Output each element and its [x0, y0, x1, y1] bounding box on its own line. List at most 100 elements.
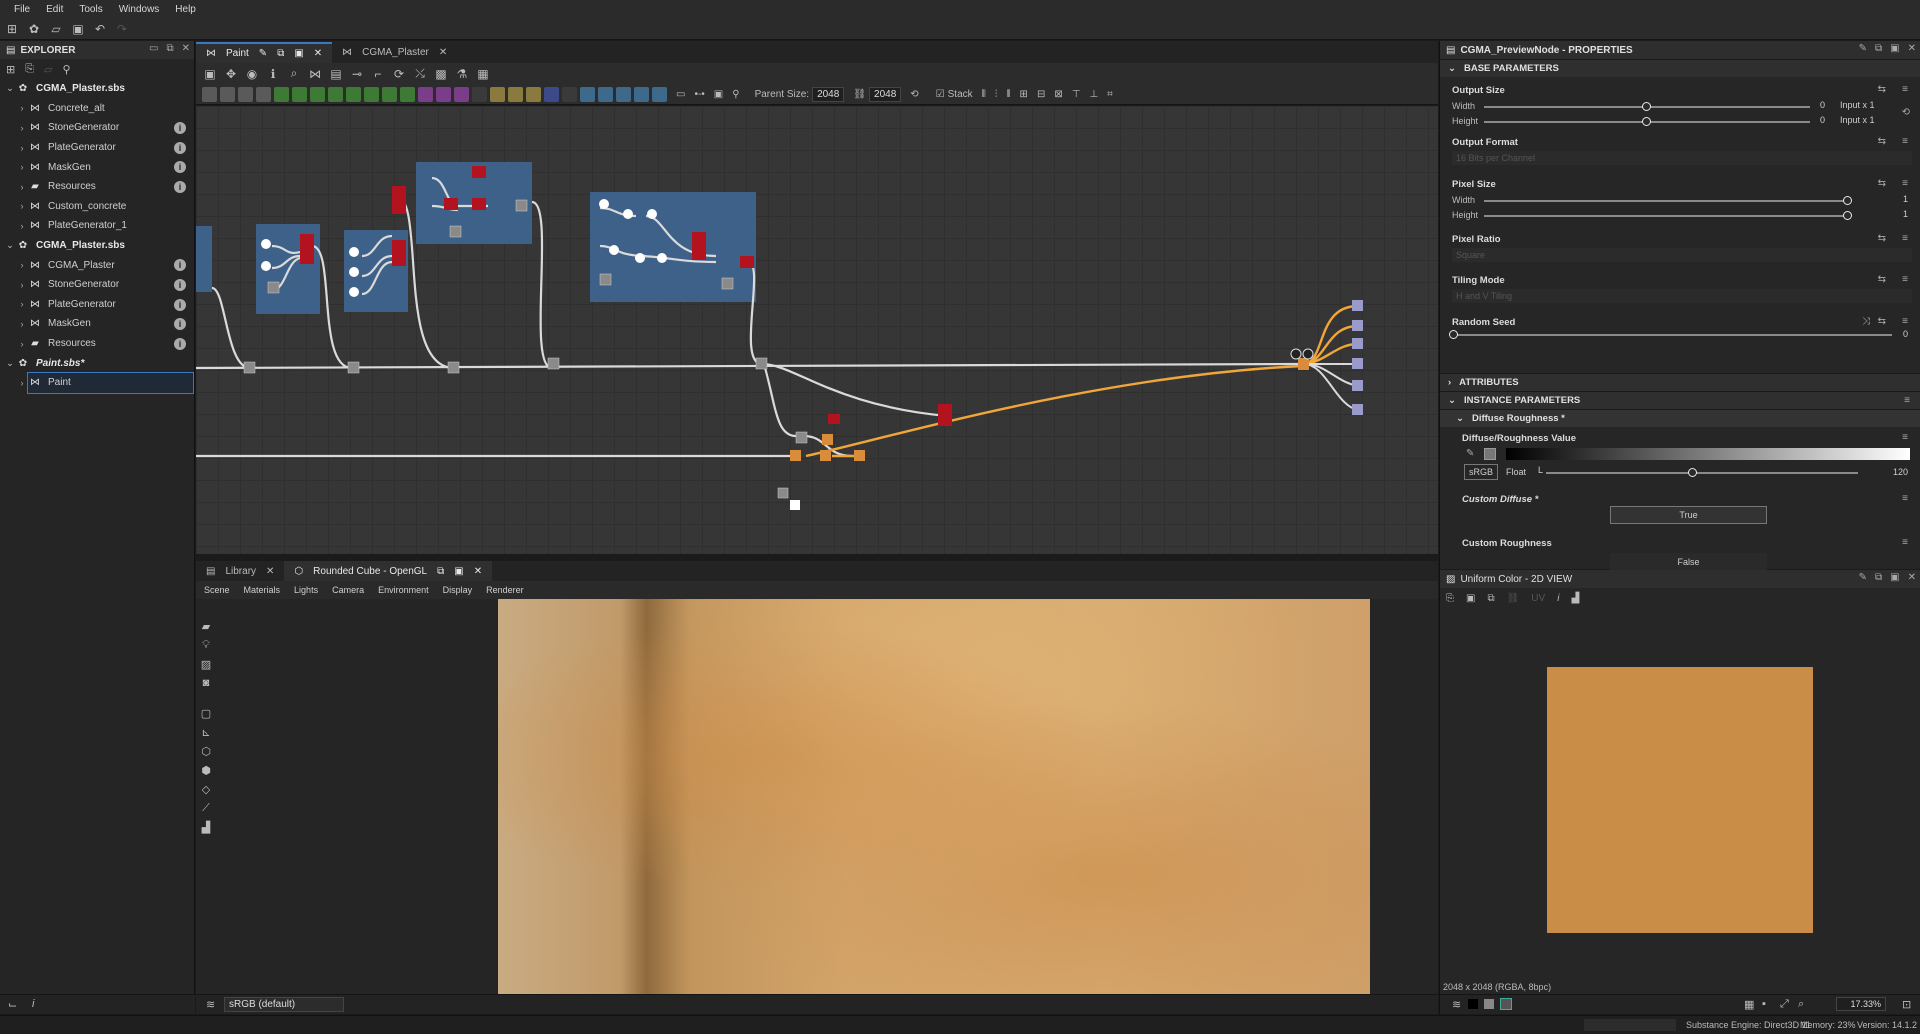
- open-icon[interactable]: ▱: [44, 63, 52, 76]
- roughness-knob[interactable]: [1687, 468, 1697, 477]
- output-width-knob[interactable]: [1642, 102, 1651, 111]
- node-type-icon[interactable]: [544, 86, 559, 102]
- fit-icon[interactable]: ⤢: [1780, 998, 1789, 1011]
- custom-diffuse-toggle[interactable]: True: [1610, 506, 1767, 524]
- pixel-width-slider[interactable]: [1484, 200, 1848, 202]
- section-attributes[interactable]: › ATTRIBUTES: [1440, 373, 1920, 391]
- grid-icon[interactable]: ▦: [475, 66, 491, 82]
- pin-icon[interactable]: ✎: [1859, 572, 1867, 583]
- info-icon[interactable]: ℹ: [265, 66, 281, 82]
- table-icon[interactable]: ▤: [328, 66, 344, 82]
- explorer-item[interactable]: › ⋈ PlateGenerator i: [0, 138, 194, 158]
- flow-icon[interactable]: ⌗: [1107, 89, 1113, 100]
- camera-icon[interactable]: ▰: [202, 620, 210, 633]
- output-width-value[interactable]: 0: [1820, 100, 1825, 110]
- node-type-icon[interactable]: [652, 86, 667, 102]
- menu-icon[interactable]: ≡: [1902, 432, 1908, 443]
- pixel-height-knob[interactable]: [1843, 211, 1852, 220]
- pin-icon[interactable]: ✎: [259, 48, 267, 59]
- menu-camera[interactable]: Camera: [332, 585, 364, 595]
- cube-wire-icon[interactable]: ⬢: [201, 764, 211, 777]
- menu-windows[interactable]: Windows: [111, 4, 168, 15]
- group-diffuse-roughness[interactable]: ⌄ Diffuse Roughness *: [1440, 409, 1920, 427]
- screenshot-icon[interactable]: ◙: [203, 677, 210, 689]
- link-icon[interactable]: ⇆: [1878, 178, 1886, 189]
- section-base-parameters[interactable]: ⌄ BASE PARAMETERS: [1440, 59, 1920, 77]
- chevron-right-icon[interactable]: ›: [16, 339, 28, 349]
- maximize-icon[interactable]: ▭: [149, 43, 158, 54]
- chevron-down-icon[interactable]: ⌄: [4, 240, 16, 251]
- graph-canvas[interactable]: [196, 106, 1438, 554]
- tab-paint[interactable]: ⋈ Paint ✎ ⧉ ▣ ✕: [196, 42, 333, 63]
- menu-icon[interactable]: ≡: [1902, 136, 1908, 147]
- info-icon[interactable]: i: [174, 161, 186, 174]
- node-type-icon[interactable]: [562, 86, 577, 102]
- terminal-icon[interactable]: ⌙: [8, 998, 17, 1011]
- explorer-item[interactable]: › ⋈ PlateGenerator i: [0, 295, 194, 315]
- 3d-viewport[interactable]: [196, 599, 1438, 994]
- node-type-icon[interactable]: [256, 86, 271, 102]
- eyedropper-icon[interactable]: ✎: [1466, 448, 1474, 459]
- layers-icon[interactable]: ≋: [1452, 998, 1461, 1011]
- node-type-icon[interactable]: [400, 86, 415, 102]
- menu-icon[interactable]: ≡: [1904, 395, 1910, 406]
- info-icon[interactable]: i: [32, 998, 34, 1010]
- refresh-icon[interactable]: ⟳: [391, 66, 407, 82]
- node-type-icon[interactable]: [346, 86, 361, 102]
- explorer-item[interactable]: › ▰ Resources i: [0, 177, 194, 197]
- menu-scene[interactable]: Scene: [204, 585, 230, 595]
- lock-icon[interactable]: ⊡: [1902, 998, 1911, 1011]
- chevron-right-icon[interactable]: ›: [16, 280, 28, 290]
- copy-icon[interactable]: ⧉: [1487, 593, 1494, 604]
- menu-icon[interactable]: ≡: [1902, 233, 1908, 244]
- split-icon[interactable]: ⤯: [412, 66, 428, 82]
- node-type-icon[interactable]: [490, 86, 505, 102]
- node-frame[interactable]: [196, 226, 212, 292]
- node-type-icon[interactable]: [328, 86, 343, 102]
- chevron-down-icon[interactable]: ⌄: [4, 83, 16, 94]
- histogram-icon[interactable]: ▟: [1571, 593, 1579, 604]
- pixel-ratio-select[interactable]: Square: [1452, 248, 1912, 262]
- node-type-icon[interactable]: [508, 86, 523, 102]
- camera-icon[interactable]: ◉: [244, 66, 260, 82]
- info-icon[interactable]: i: [174, 122, 186, 135]
- comment-icon[interactable]: ▭: [676, 89, 685, 100]
- align-left-icon[interactable]: ⫴: [982, 89, 986, 100]
- chevron-right-icon[interactable]: ›: [16, 299, 28, 309]
- explorer-item[interactable]: › ⋈ Custom_concrete: [0, 197, 194, 217]
- uv-toggle[interactable]: UV: [1531, 593, 1545, 604]
- menu-tools[interactable]: Tools: [71, 4, 110, 15]
- info-icon[interactable]: i: [1557, 593, 1559, 604]
- new-graph-icon[interactable]: ⊞: [6, 63, 15, 76]
- close-icon[interactable]: ✕: [314, 48, 322, 59]
- grayscale-gradient[interactable]: [1506, 448, 1910, 460]
- stack-checkbox[interactable]: ☑: [936, 89, 945, 100]
- node-type-icon[interactable]: [220, 86, 235, 102]
- frame-icon[interactable]: ▢: [201, 707, 211, 720]
- explorer-item[interactable]: › ⋈ MaskGen i: [0, 157, 194, 177]
- section-instance-parameters[interactable]: ⌄ INSTANCE PARAMETERS ≡: [1440, 391, 1920, 409]
- close-icon[interactable]: ✕: [439, 47, 447, 58]
- output-height-value[interactable]: 0: [1820, 115, 1825, 125]
- maximize-icon[interactable]: ▣: [1890, 572, 1899, 583]
- tab-cgma-plaster[interactable]: ⋈ CGMA_Plaster ✕: [332, 42, 457, 63]
- node-type-icon[interactable]: [292, 86, 307, 102]
- pin-node-icon[interactable]: ⚲: [732, 89, 739, 100]
- close-icon[interactable]: ✕: [474, 566, 482, 577]
- info-icon[interactable]: i: [174, 180, 186, 193]
- chevron-down-icon[interactable]: ⌄: [4, 358, 16, 369]
- grid-icon[interactable]: ▦: [1744, 998, 1754, 1011]
- colorspace-select[interactable]: sRGB (default): [224, 997, 344, 1012]
- node-type-icon[interactable]: [472, 86, 487, 102]
- menu-icon[interactable]: ≡: [1902, 84, 1908, 95]
- node-type-icon[interactable]: [382, 86, 397, 102]
- chevron-right-icon[interactable]: ›: [16, 162, 28, 172]
- node-type-icon[interactable]: [598, 86, 613, 102]
- align-center-icon[interactable]: ⫶: [995, 89, 998, 100]
- explorer-item[interactable]: › ⋈ Concrete_alt: [0, 99, 194, 119]
- menu-materials[interactable]: Materials: [244, 585, 281, 595]
- link-icon[interactable]: ⇆: [1878, 84, 1886, 95]
- frame-node-icon[interactable]: ▣: [714, 89, 723, 100]
- distribute-v-icon[interactable]: ⊟: [1037, 89, 1045, 100]
- menu-file[interactable]: File: [6, 4, 38, 15]
